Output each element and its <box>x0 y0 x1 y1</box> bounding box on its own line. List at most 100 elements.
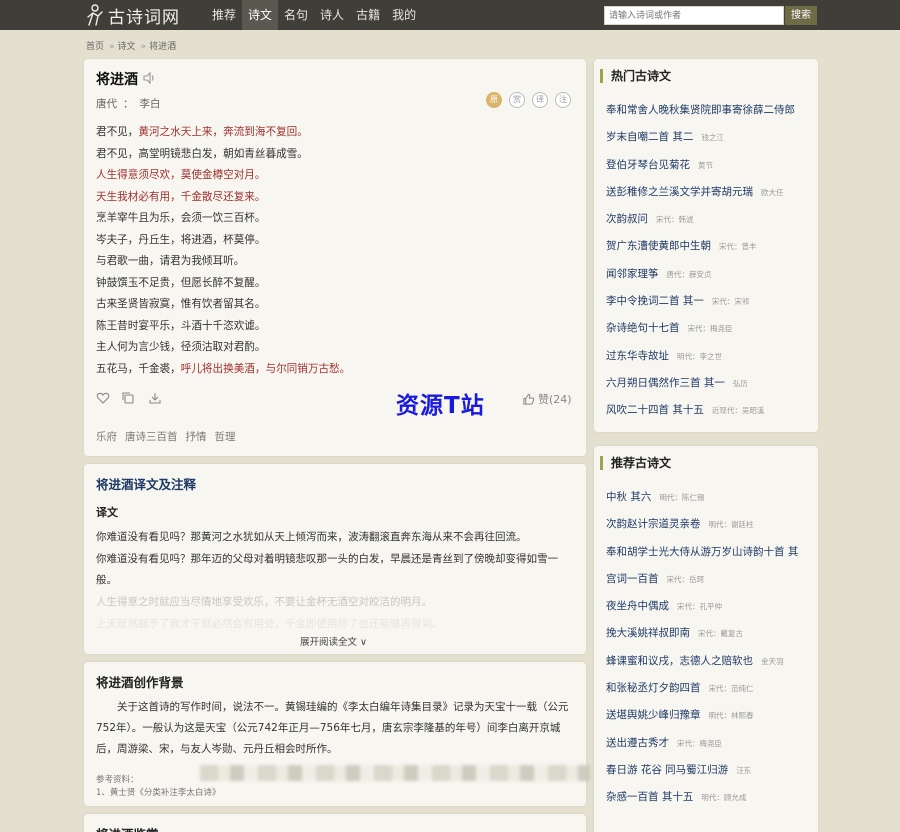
poem-author-name[interactable]: 李白 <box>140 98 161 110</box>
side-item-title[interactable]: 李中令挽词二首 其一 <box>606 295 704 307</box>
side-item-title[interactable]: 春日游 花谷 同马蜀江归游 <box>606 764 728 776</box>
side-list-item[interactable]: 和张秘丞灯夕韵四首 宋代：范纯仁 <box>606 677 816 704</box>
side-item-author: 宋代：孔平仲 <box>677 602 722 612</box>
side-item-title[interactable]: 六月朔日偶然作三首 其一 <box>606 377 725 389</box>
recommended-poems-list: 中秋 其六 明代：陈仁锡 次韵赵计宗道灵亲卷 明代：谢廷柱奉和胡学士光大侍从游万岁山诗… <box>606 486 816 814</box>
translation-paragraph: 你难道没有看见吗？那年迈的父母对着明镜悲叹那一头的白发，早晨还是青丝到了傍晚却变… <box>96 553 558 586</box>
side-item-title[interactable]: 送彭稚修之兰溪文学并寄胡元瑞 <box>606 186 753 198</box>
search-input[interactable] <box>604 6 784 25</box>
breadcrumb-current: 将进酒 <box>149 42 177 52</box>
speaker-icon[interactable] <box>142 71 156 85</box>
side-item-title[interactable]: 奉和胡学士光大侍从游万岁山诗韵十首 其 <box>606 546 798 558</box>
side-item-title[interactable]: 宫词一百首 <box>606 573 659 585</box>
side-item-author: 宋代：韩淲 <box>656 215 694 225</box>
poem-author: 唐代 ： 李白 <box>96 96 161 111</box>
nav-classics[interactable]: 古籍 <box>350 0 386 30</box>
side-item-title[interactable]: 和张秘丞灯夕韵四首 <box>606 682 701 694</box>
nav-recommend[interactable]: 推荐 <box>206 0 242 30</box>
nav-poets[interactable]: 诗人 <box>314 0 350 30</box>
side-list-item[interactable]: 奉和常舍人晚秋集贤院即事寄徐薛二侍郎 <box>606 99 816 126</box>
side-list-item[interactable]: 杂诗绝句十七首 宋代：梅尧臣 <box>606 317 816 344</box>
poem-body: 君不见，黄河之水天上来，奔流到海不复回。 君不见，高堂明镜悲白发，朝如青丝暮成雪… <box>96 122 350 380</box>
side-list-item[interactable]: 夜坐舟中偶成 宋代：孔平仲 <box>606 595 816 622</box>
side-list-item[interactable]: 春日游 花谷 同马蜀江归游 汪东 <box>606 759 816 786</box>
side-item-title[interactable]: 杂诗绝句十七首 <box>606 322 680 334</box>
poem-line: 主人何为言少钱，径须沽取对君酌。 <box>96 341 266 353</box>
side-item-title[interactable]: 奉和常舍人晚秋集贤院即事寄徐薛二侍郎 <box>606 104 795 116</box>
site-logo[interactable]: 古诗词网 <box>84 3 180 28</box>
mode-translation-button[interactable]: 译 <box>532 92 548 108</box>
side-list-item[interactable]: 过东华寺故址 明代：李之世 <box>606 345 816 372</box>
recommended-poems-title: 推荐古诗文 <box>600 456 671 470</box>
side-item-author: 明代：顾允成 <box>701 793 747 803</box>
tag-link[interactable]: 抒情 <box>186 429 207 444</box>
side-list-item[interactable]: 李中令挽词二首 其一 宋代：宋祁 <box>606 290 816 317</box>
tag-link[interactable]: 哲理 <box>215 429 236 444</box>
search-button[interactable]: 搜索 <box>785 6 817 25</box>
side-list-item[interactable]: 宫词一百首 宋代：岳珂 <box>606 568 816 595</box>
mode-appreciation-button[interactable]: 赏 <box>509 92 525 108</box>
poem-line: 古来圣贤皆寂寞，惟有饮者留其名。 <box>96 298 266 310</box>
side-item-title[interactable]: 风吹二十四首 其十五 <box>606 404 704 416</box>
poem-line: 陈王昔时宴平乐，斗酒十千恣欢谑。 <box>96 319 266 332</box>
like-count: 赞(24) <box>538 393 572 406</box>
side-list-item[interactable]: 闻邻家理筝 唐代：薛安贞 <box>606 263 816 290</box>
side-item-title[interactable]: 送堪舆姚少峰归豫章 <box>606 709 701 721</box>
side-list-item[interactable]: 岁末自嘲二首 其二 钱之江 <box>606 126 816 153</box>
side-item-title[interactable]: 蜂课蜜和议戌，志德人之赔软也 <box>606 655 753 667</box>
side-item-title[interactable]: 登伯牙琴台见菊花 <box>606 159 690 171</box>
side-item-title[interactable]: 送出遵古秀才 <box>606 737 669 749</box>
side-list-item[interactable]: 六月朔日偶然作三首 其一 弘历 <box>606 372 816 399</box>
expand-full-text-link[interactable]: 展开阅读全文 ∨ <box>300 634 367 648</box>
thumbs-up-icon <box>523 393 535 405</box>
breadcrumb-home[interactable]: 首页 <box>86 42 104 52</box>
side-item-title[interactable]: 挽大溪姚祥叔即南 <box>606 627 690 639</box>
side-list-item[interactable]: 送堪舆姚少峰归豫章 明代：林熙春 <box>606 704 816 731</box>
side-item-title[interactable]: 中秋 其六 <box>606 491 651 503</box>
side-list-item[interactable]: 挽大溪姚祥叔即南 宋代：戴复古 <box>606 622 816 649</box>
side-list-item[interactable]: 次韵赵计宗道灵亲卷 明代：谢廷柱 <box>606 513 816 540</box>
side-list-item[interactable]: 送出遵古秀才 宋代：梅尧臣 <box>606 732 816 759</box>
side-list-item[interactable]: 送彭稚修之兰溪文学并寄胡元瑞 欧大任 <box>606 181 816 208</box>
side-list-item[interactable]: 奉和胡学士光大侍从游万岁山诗韵十首 其 <box>606 541 816 568</box>
side-list-item[interactable]: 蜂课蜜和议戌，志德人之赔软也 金天羽 <box>606 650 816 677</box>
breadcrumb: 首页» 诗文» 将进酒 <box>86 39 178 52</box>
side-item-title[interactable]: 岁末自嘲二首 其二 <box>606 131 693 143</box>
side-item-title[interactable]: 贺广东漕使黄郎中生朝 <box>606 240 711 252</box>
mode-notes-button[interactable]: 注 <box>555 92 571 108</box>
side-item-title[interactable]: 次韵赵计宗道灵亲卷 <box>606 518 701 530</box>
side-item-title[interactable]: 过东华寺故址 <box>606 350 669 362</box>
nav-quotes[interactable]: 名句 <box>278 0 314 30</box>
side-list-item[interactable]: 登伯牙琴台见菊花 黄节 <box>606 154 816 181</box>
side-list-item[interactable]: 贺广东漕使黄郎中生朝 宋代：曾丰 <box>606 235 816 262</box>
copy-icon[interactable] <box>121 391 135 405</box>
tag-link[interactable]: 唐诗三百首 <box>125 429 178 444</box>
side-item-author: 金天羽 <box>761 656 784 666</box>
side-item-title[interactable]: 次韵叔问 <box>606 213 648 225</box>
appreciation-card: 将进酒鉴赏 <box>84 814 586 832</box>
side-list-item[interactable]: 风吹二十四首 其十五 近现代：吴昭溪 <box>606 399 816 426</box>
breadcrumb-poems[interactable]: 诗文 <box>118 42 136 52</box>
background-card: 将进酒创作背景 关于这首诗的写作时间，说法不一。黄锡珪编的《李太白编年诗集目录》… <box>84 662 586 806</box>
like-button[interactable]: 赞(24) <box>522 391 572 407</box>
top-navbar: 古诗词网 推荐 诗文 名句 诗人 古籍 我的 搜索 <box>0 0 900 30</box>
translation-paragraph: 你难道没有看见吗？那黄河之水犹如从天上倾泻而来，波涛翻滚直奔东海从来不会再往回流… <box>96 531 527 543</box>
hot-poems-panel: 热门古诗文 奉和常舍人晚秋集贤院即事寄徐薛二侍郎 岁末自嘲二首 其二 钱之江 登伯牙琴… <box>594 59 818 432</box>
poem-line: 君不见，高堂明镜悲白发，朝如青丝暮成雪。 <box>96 147 308 160</box>
side-item-title[interactable]: 夜坐舟中偶成 <box>606 600 669 612</box>
side-item-author: 欧大任 <box>761 187 784 197</box>
tag-link[interactable]: 乐府 <box>96 429 117 444</box>
side-list-item[interactable]: 次韵叔问 宋代：韩淲 <box>606 208 816 235</box>
nav-mine[interactable]: 我的 <box>386 0 422 30</box>
nav-poems[interactable]: 诗文 <box>242 0 279 30</box>
side-list-item[interactable]: 中秋 其六 明代：陈仁锡 <box>606 486 816 513</box>
favorite-heart-icon[interactable] <box>96 391 110 405</box>
mode-original-button[interactable]: 原 <box>486 92 502 108</box>
poem-dynasty[interactable]: 唐代 <box>96 98 117 110</box>
side-item-title[interactable]: 杂感一百首 其十五 <box>606 791 693 803</box>
breadcrumb-separator: » <box>109 42 115 52</box>
download-icon[interactable] <box>148 391 162 405</box>
side-item-title[interactable]: 闻邻家理筝 <box>606 268 659 280</box>
side-list-item[interactable]: 杂感一百首 其十五 明代：顾允成 <box>606 786 816 813</box>
side-item-author: 唐代：薛安贞 <box>666 269 712 279</box>
